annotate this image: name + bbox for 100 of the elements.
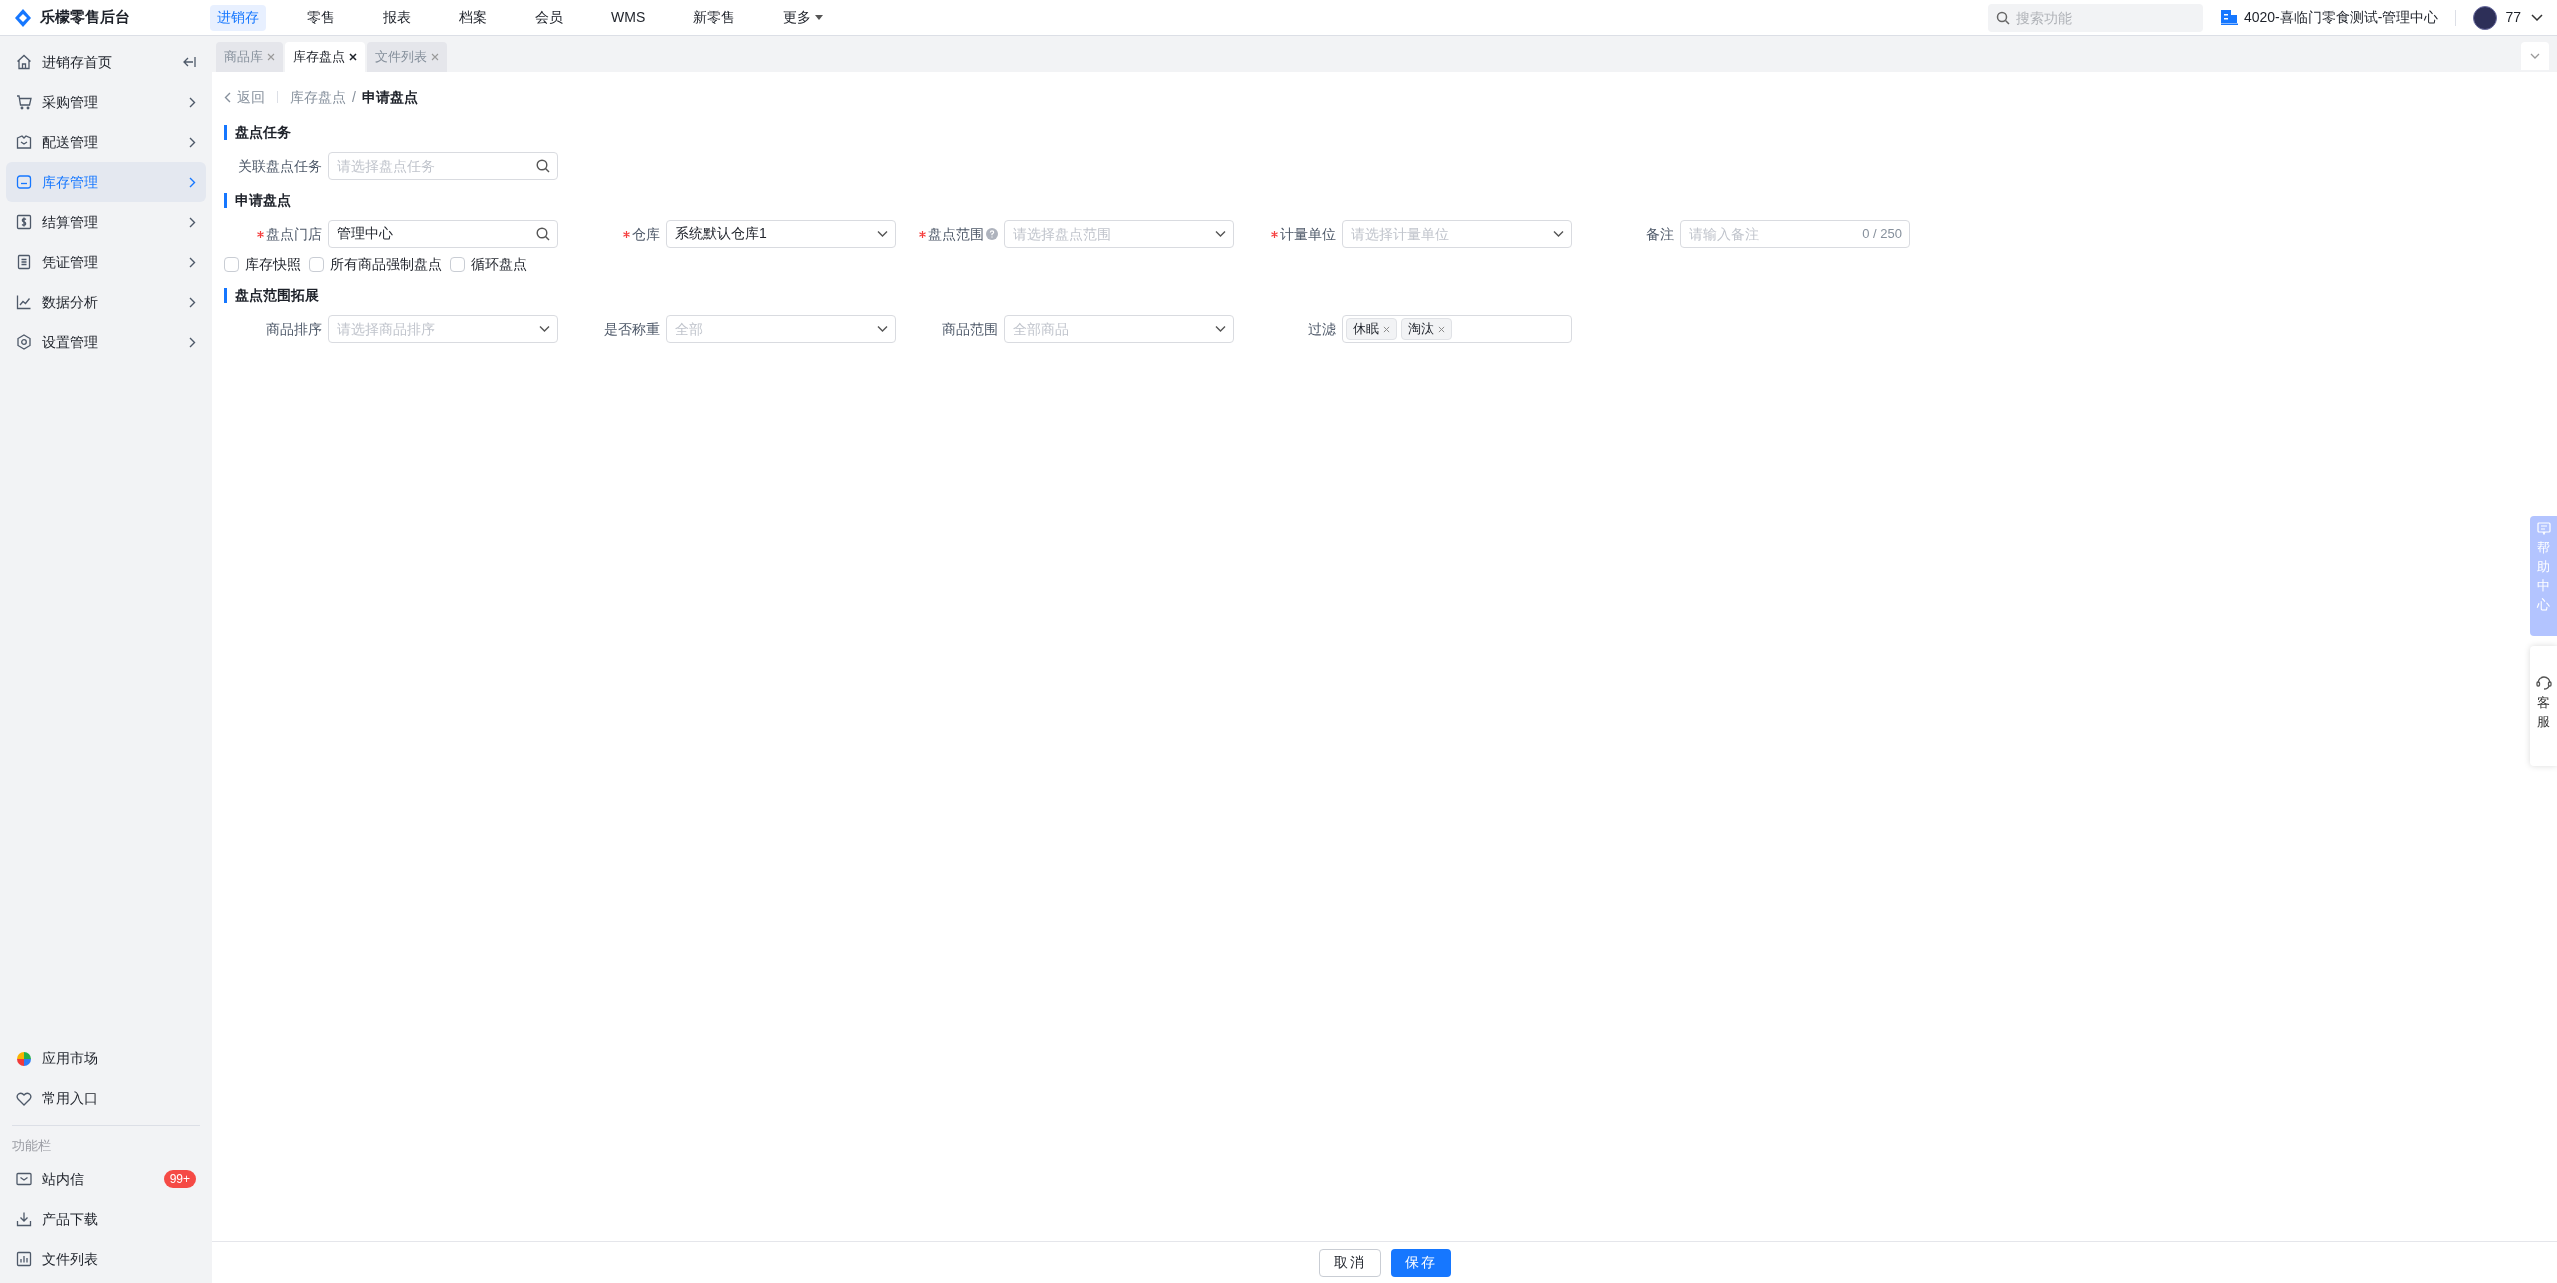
select-field[interactable]: 全部 [666,315,896,343]
field-label: 盘点门店 [266,224,322,244]
nav-tab[interactable]: 进销存 [210,4,266,31]
chevron-right-icon [189,336,196,348]
page-tab[interactable]: 库存盘点 [285,42,365,72]
chevron-right-icon [189,96,196,108]
section-marker [224,124,227,140]
sidebar-item[interactable]: 进销存首页 [6,42,206,82]
chevron-right-icon [189,216,196,228]
tag-field[interactable]: 休眠 淘汰 [1342,315,1572,343]
app-title: 乐檬零售后台 [40,7,130,28]
logo-icon [14,8,32,27]
line-chart-icon [16,294,32,310]
building-icon [2220,10,2238,25]
checkbox-label: 所有商品强制盘点 [330,255,442,274]
badge-count: 99+ [163,1170,196,1188]
checkbox-label: 循环盘点 [471,255,527,274]
cart-icon [16,94,32,110]
customer-service-tab[interactable]: 客服 [2530,646,2557,766]
chevron-down-icon[interactable] [2531,13,2543,22]
sidebar-item[interactable]: 凭证管理 [6,242,206,282]
field-label: 仓库 [632,224,660,244]
close-icon[interactable] [349,53,357,61]
section-heading: 申请盘点 [235,190,291,210]
checkbox[interactable] [224,257,239,272]
field-label: 备注 [1646,224,1674,244]
help-center-label: 帮助中心 [2537,539,2550,614]
sidebar-item[interactable]: 数据分析 [6,282,206,322]
checkbox-label: 库存快照 [245,255,301,274]
customer-service-label: 客服 [2537,694,2550,731]
field-label: 商品范围 [942,319,998,339]
checkbox[interactable] [309,257,324,272]
chevron-right-icon [189,296,196,308]
chevron-down-icon [2530,53,2540,59]
chevron-right-icon [189,176,196,188]
section-heading: 盘点范围拓展 [235,285,319,305]
search-field[interactable]: 请选择盘点任务 [328,152,558,180]
organization-name[interactable]: 4020-喜临门零食测试-管理中心 [2243,7,2439,28]
chevron-down-icon [877,230,888,238]
package-icon [16,134,32,150]
field-label: 过滤 [1308,319,1336,339]
dollar-icon [16,214,32,230]
sidebar-item[interactable]: 采购管理 [6,82,206,122]
sidebar-item[interactable]: 产品下载 [6,1199,206,1239]
avatar[interactable] [2473,5,2498,30]
search-field[interactable]: 管理中心 [328,220,558,248]
filter-tag[interactable]: 淘汰 [1401,318,1452,340]
inbox-icon [16,174,32,190]
chevron-down-icon [1215,230,1226,238]
chevron-right-icon [189,256,196,268]
chevron-down-icon [877,325,888,333]
tabs-menu-button[interactable] [2521,42,2549,70]
sidebar-item[interactable]: 库存管理 [6,162,206,202]
character-counter: 0 / 250 [1862,225,1902,244]
select-field[interactable]: 请选择商品排序 [328,315,558,343]
chevron-down-icon [1215,325,1226,333]
select-field[interactable]: 全部商品 [1004,315,1234,343]
sidebar-item[interactable]: 常用入口 [6,1078,206,1119]
select-field[interactable]: 请选择计量单位 [1342,220,1572,248]
collapse-icon[interactable] [182,56,196,68]
nav-tab[interactable]: 会员 [528,4,570,31]
sidebar-item[interactable]: 应用市场 [6,1038,206,1079]
download-icon [16,1211,32,1227]
search-icon [536,227,550,241]
settings-icon [16,334,32,350]
nav-tab[interactable]: WMS [604,4,653,31]
sidebar-item[interactable]: 站内信 99+ [6,1159,206,1199]
home-icon [16,54,32,70]
cancel-button[interactable]: 取消 [1318,1248,1381,1277]
bar-chart-icon [16,1251,32,1267]
help-icon[interactable] [986,228,998,240]
nav-tab[interactable]: 报表 [376,4,418,31]
section-heading: 盘点任务 [235,122,291,142]
search-field[interactable]: 搜索功能 [1987,3,2203,32]
back-link[interactable]: 返回 [224,86,265,108]
select-field[interactable]: 系统默认仓库1 [666,220,896,248]
mail-icon [16,1172,32,1186]
filter-tag[interactable]: 休眠 [1346,318,1397,340]
chevron-right-icon [189,136,196,148]
message-icon [2536,522,2551,535]
sidebar-item[interactable]: 设置管理 [6,322,206,362]
field-label: 盘点范围 [928,224,984,244]
document-icon [16,254,32,270]
nav-tab[interactable]: 零售 [300,4,342,31]
checkbox[interactable] [450,257,465,272]
sidebar-item[interactable]: 结算管理 [6,202,206,242]
nav-tab[interactable]: 档案 [452,4,494,31]
section-marker [224,287,227,303]
save-button[interactable]: 保存 [1390,1248,1451,1277]
nav-tab[interactable]: 更多 [776,4,831,31]
sidebar-item[interactable]: 配送管理 [6,122,206,162]
sidebar-item[interactable]: 文件列表 [6,1239,206,1279]
user-name[interactable]: 77 [2505,7,2521,28]
field-label: 计量单位 [1280,224,1336,244]
chevron-down-icon [1553,230,1564,238]
nav-tab[interactable]: 新零售 [686,4,743,31]
select-field[interactable]: 请选择盘点范围 [1004,220,1234,248]
headset-icon [2535,674,2552,690]
section-title: 功能栏 [11,1136,52,1155]
chevron-left-icon [224,91,231,103]
